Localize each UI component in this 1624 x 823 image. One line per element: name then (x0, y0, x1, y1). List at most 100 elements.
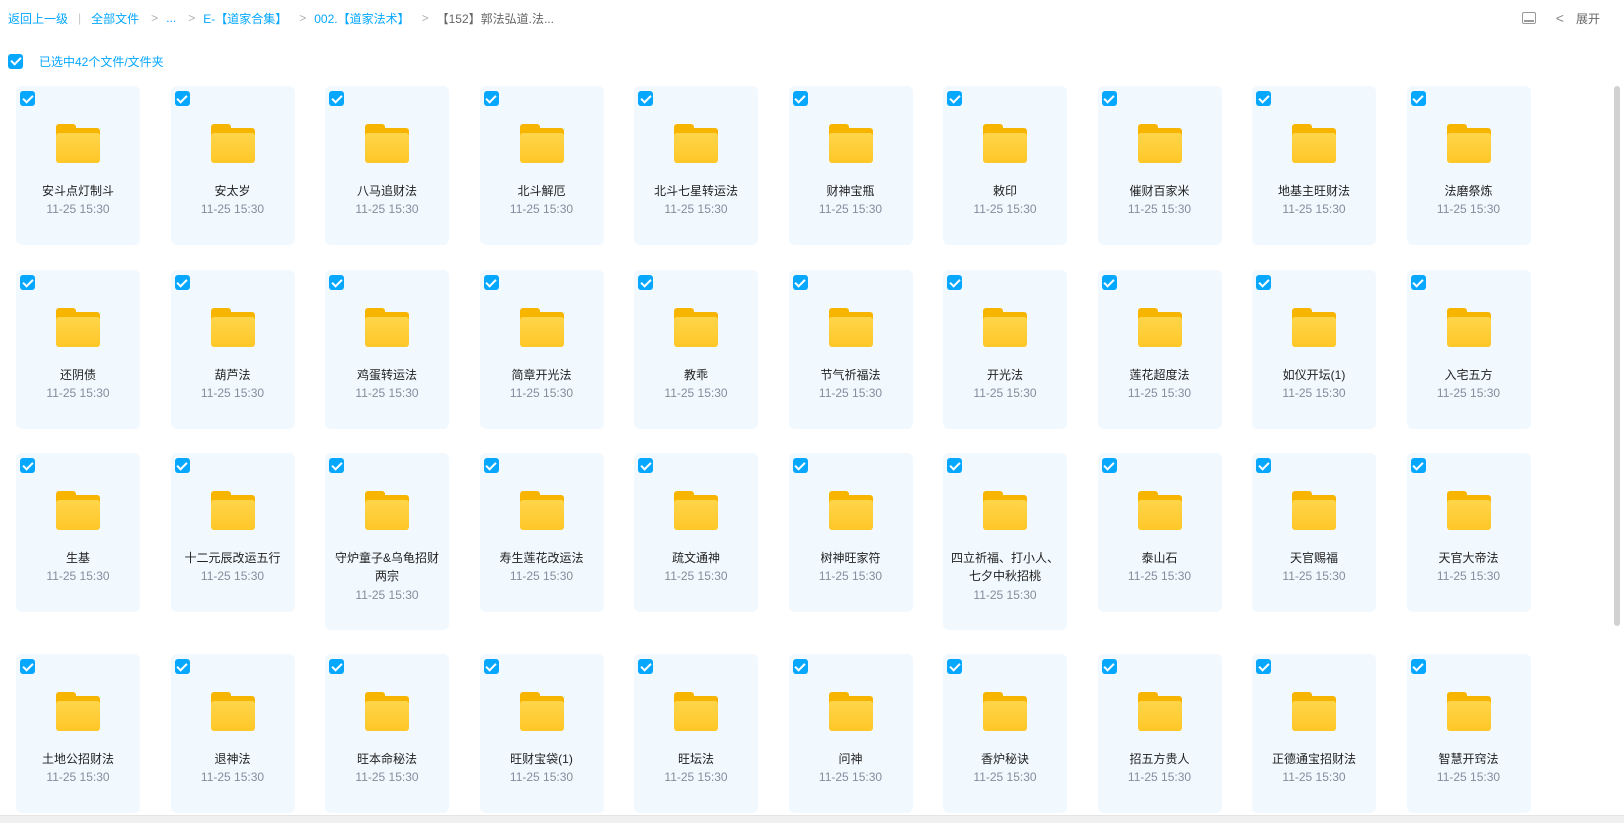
folder-checkbox[interactable] (483, 659, 499, 674)
folder-checkbox[interactable] (638, 275, 653, 290)
folder-checkbox[interactable] (483, 275, 499, 290)
folder-checkbox[interactable] (174, 275, 190, 290)
folder-checkbox[interactable] (20, 91, 35, 106)
folder-card[interactable]: 安斗点灯制斗 11-25 15:30 (16, 86, 140, 245)
back-link[interactable]: 返回上一级 (8, 10, 68, 27)
folder-checkbox[interactable] (1410, 659, 1426, 674)
folder-checkbox[interactable] (1256, 458, 1271, 473)
folder-checkbox[interactable] (174, 458, 190, 473)
folder-card[interactable]: 退神法 11-25 15:30 (170, 654, 295, 813)
folder-card[interactable]: 入宅五方 11-25 15:30 (1406, 270, 1531, 429)
folder-checkbox[interactable] (792, 659, 808, 674)
scrollbar[interactable] (1614, 86, 1620, 626)
folder-checkbox[interactable] (947, 275, 962, 290)
folder-card[interactable]: 催财百家米 11-25 15:30 (1097, 86, 1222, 245)
folder-card[interactable]: 八马追财法 11-25 15:30 (325, 86, 449, 245)
folder-card[interactable]: 天官大帝法 11-25 15:30 (1406, 453, 1531, 612)
folder-checkbox[interactable] (174, 91, 190, 106)
folder-checkbox[interactable] (792, 91, 808, 106)
folder-checkbox[interactable] (329, 275, 344, 290)
folder-checkbox[interactable] (792, 275, 808, 290)
folder-card[interactable]: 十二元辰改运五行 11-25 15:30 (170, 453, 295, 612)
folder-card[interactable]: 财神宝瓶 11-25 15:30 (788, 86, 913, 245)
folder-name: 天官赐福 (1289, 551, 1338, 565)
folder-checkbox[interactable] (329, 659, 344, 674)
folder-checkbox[interactable] (638, 458, 653, 473)
folder-checkbox[interactable] (638, 91, 653, 106)
folder-card[interactable]: 智慧开窍法 11-25 15:30 (1406, 654, 1531, 813)
folder-date: 11-25 15:30 (200, 569, 265, 583)
folder-card[interactable]: 土地公招财法 11-25 15:30 (16, 654, 140, 813)
folder-checkbox[interactable] (638, 659, 653, 674)
folder-checkbox[interactable] (1256, 659, 1271, 674)
select-all-checkbox[interactable] (8, 53, 23, 69)
folder-card[interactable]: 法磨祭炼 11-25 15:30 (1406, 86, 1531, 245)
folder-card[interactable]: 香炉秘诀 11-25 15:30 (943, 654, 1067, 813)
folder-checkbox[interactable] (20, 458, 35, 473)
folder-icon (674, 308, 718, 348)
folder-card[interactable]: 招五方贵人 11-25 15:30 (1097, 654, 1222, 813)
folder-card[interactable]: 旺本命秘法 11-25 15:30 (325, 654, 449, 813)
folder-checkbox[interactable] (1410, 458, 1426, 473)
folder-checkbox[interactable] (947, 659, 962, 674)
folder-card[interactable]: 天官赐福 11-25 15:30 (1252, 453, 1376, 612)
expand-button[interactable]: 展开 (1576, 10, 1600, 27)
layout-icon[interactable] (1521, 12, 1536, 24)
folder-card[interactable]: 正德通宝招财法 11-25 15:30 (1252, 654, 1376, 813)
folder-icon (674, 692, 718, 732)
folder-card[interactable]: 开光法 11-25 15:30 (943, 270, 1067, 429)
folder-checkbox[interactable] (329, 91, 344, 106)
folder-date: 11-25 15:30 (1436, 386, 1501, 400)
folder-card[interactable]: 北斗解厄 11-25 15:30 (479, 86, 604, 245)
folder-card[interactable]: 节气祈福法 11-25 15:30 (788, 270, 913, 429)
folder-card[interactable]: 旺坛法 11-25 15:30 (634, 654, 758, 813)
folder-card[interactable]: 北斗七星转运法 11-25 15:30 (634, 86, 758, 245)
breadcrumb-level2[interactable]: 002.【道家法术】 (314, 10, 409, 27)
folder-card[interactable]: 生基 11-25 15:30 (16, 453, 140, 612)
folder-card[interactable]: 地基主旺财法 11-25 15:30 (1252, 86, 1376, 245)
chevron-left-icon[interactable]: < (1556, 10, 1564, 26)
folder-card[interactable]: 四立祈福、打小人、七夕中秋招桃 11-25 15:30 (943, 453, 1067, 630)
folder-card[interactable]: 问神 11-25 15:30 (788, 654, 913, 813)
folder-card[interactable]: 教乖 11-25 15:30 (634, 270, 758, 429)
folder-checkbox[interactable] (20, 275, 35, 290)
folder-card[interactable]: 莲花超度法 11-25 15:30 (1097, 270, 1222, 429)
folder-card[interactable]: 泰山石 11-25 15:30 (1097, 453, 1222, 612)
folder-checkbox[interactable] (174, 659, 190, 674)
folder-card[interactable]: 疏文通神 11-25 15:30 (634, 453, 758, 612)
folder-checkbox[interactable] (1410, 275, 1426, 290)
breadcrumb-all-files[interactable]: 全部文件 (91, 10, 139, 27)
folder-card[interactable]: 敕印 11-25 15:30 (943, 86, 1067, 245)
folder-card[interactable]: 旺财宝袋(1) 11-25 15:30 (479, 654, 604, 813)
folder-date: 11-25 15:30 (200, 202, 265, 216)
folder-checkbox[interactable] (1101, 458, 1117, 473)
folder-card[interactable]: 如仪开坛(1) 11-25 15:30 (1252, 270, 1376, 429)
folder-checkbox[interactable] (483, 91, 499, 106)
folder-checkbox[interactable] (1101, 275, 1117, 290)
folder-card[interactable]: 寿生莲花改运法 11-25 15:30 (479, 453, 604, 612)
folder-card[interactable]: 守炉童子&乌龟招财 两宗 11-25 15:30 (325, 453, 449, 630)
folder-card[interactable]: 葫芦法 11-25 15:30 (170, 270, 295, 429)
folder-checkbox[interactable] (1256, 91, 1271, 106)
folder-checkbox[interactable] (947, 91, 962, 106)
folder-card[interactable]: 简章开光法 11-25 15:30 (479, 270, 604, 429)
breadcrumb-ellipsis[interactable]: ... (166, 11, 176, 25)
chevron-right-icon: > (299, 11, 307, 25)
folder-checkbox[interactable] (1256, 275, 1271, 290)
folder-checkbox[interactable] (20, 659, 35, 674)
folder-checkbox[interactable] (1410, 91, 1426, 106)
folder-card[interactable]: 还阴债 11-25 15:30 (16, 270, 140, 429)
folder-checkbox[interactable] (1101, 91, 1117, 106)
folder-icon (1137, 124, 1182, 164)
folder-checkbox[interactable] (1101, 659, 1117, 674)
folder-checkbox[interactable] (792, 458, 808, 473)
folder-card[interactable]: 安太岁 11-25 15:30 (170, 86, 295, 245)
breadcrumb-level1[interactable]: E-【道家合集】 (203, 10, 287, 27)
folder-date: 11-25 15:30 (1127, 386, 1192, 400)
folder-checkbox[interactable] (329, 458, 344, 473)
folder-card[interactable]: 鸡蛋转运法 11-25 15:30 (325, 270, 449, 429)
folder-checkbox[interactable] (483, 458, 499, 473)
folder-date: 11-25 15:30 (200, 386, 265, 400)
folder-card[interactable]: 树神旺家符 11-25 15:30 (788, 453, 913, 612)
folder-checkbox[interactable] (947, 458, 962, 473)
